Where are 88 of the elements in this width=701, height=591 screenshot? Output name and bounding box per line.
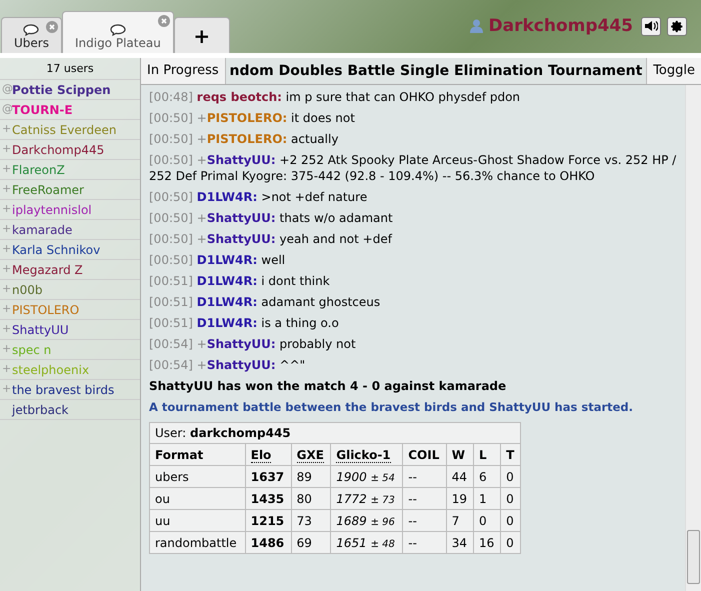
- table-cell: 44: [446, 466, 474, 488]
- column-header: Elo: [250, 448, 272, 462]
- table-cell: --: [402, 532, 446, 554]
- user-list-item[interactable]: +the bravest birds: [0, 380, 140, 400]
- user-list-item[interactable]: +Darkchomp445: [0, 140, 140, 160]
- speech-bubble-icon: [110, 24, 126, 36]
- user-list-item[interactable]: +Karla Schnikov: [0, 240, 140, 260]
- chat-message: [00:50] +PISTOLERO: it does not: [149, 110, 356, 126]
- user-list-item[interactable]: @TOURN-E: [0, 100, 140, 120]
- tournament-title: ndom Doubles Battle Single Elimination Tournament: [228, 62, 644, 81]
- new-tab-button[interactable]: +: [174, 17, 230, 53]
- table-cell: randombattle: [150, 532, 246, 554]
- chat-message: [00:54] +ShattyUU: ^^": [149, 357, 306, 373]
- table-cell: 89: [291, 466, 331, 488]
- chat-message: [00:50] +PISTOLERO: actually: [149, 131, 340, 147]
- table-cell: 1: [473, 488, 501, 510]
- table-cell: ou: [150, 488, 246, 510]
- close-icon[interactable]: [46, 21, 58, 33]
- user-list-item[interactable]: +ShattyUU: [0, 320, 140, 340]
- user-label: User:: [155, 426, 188, 440]
- table-cell: 1689 ± 96: [330, 510, 403, 532]
- table-cell: ubers: [150, 466, 246, 488]
- chat-message: [00:51] D1LW4R: adamant ghostceus: [149, 294, 382, 310]
- table-cell: 1637: [245, 466, 292, 488]
- table-cell: 1772 ± 73: [330, 488, 403, 510]
- column-header: W: [452, 448, 466, 462]
- user-icon: [470, 19, 482, 34]
- table-cell: 16: [473, 532, 501, 554]
- chat-message: [00:48] reqs beotch: im p sure that can OHKO physdef pdon: [149, 89, 522, 105]
- close-icon[interactable]: [158, 15, 170, 27]
- table-cell: 7: [446, 510, 474, 532]
- column-header: Format: [155, 448, 204, 462]
- ranked-username: darkchomp445: [190, 426, 291, 440]
- column-header: COIL: [408, 448, 440, 462]
- user-list-item[interactable]: +FreeRoamer: [0, 180, 140, 200]
- table-cell: 80: [291, 488, 331, 510]
- table-cell: 34: [446, 532, 474, 554]
- table-cell: 0: [473, 510, 501, 532]
- user-count: 17 users: [0, 58, 140, 80]
- chat-message: [00:50] +ShattyUU: thats w/o adamant: [149, 210, 394, 226]
- column-header: L: [478, 448, 487, 462]
- table-cell: 73: [291, 510, 331, 532]
- room-tab[interactable]: Indigo Plateau: [62, 11, 174, 53]
- table-cell: 1435: [245, 488, 292, 510]
- user-list-item[interactable]: @Pottie Scippen: [0, 80, 140, 100]
- chat-message: [00:50] +ShattyUU: +2 252 Atk Spooky Plate Arceus-Ghost Shadow Force vs. 252 HP / 252 Def Primal Kyogre: 375-442 (92.8 - 109.4%) -- 56.3% chance to OHKO: [149, 152, 677, 184]
- chat-message: [00:50] +ShattyUU: yeah and not +def: [149, 231, 394, 247]
- gear-icon: [670, 20, 684, 33]
- chat-message: [00:51] D1LW4R: is a thing o.o: [149, 315, 340, 331]
- table-cell: --: [402, 488, 446, 510]
- column-header: T: [506, 448, 514, 462]
- table-cell: --: [402, 510, 446, 532]
- in-progress-button[interactable]: In Progress: [141, 58, 226, 84]
- user-list-item[interactable]: +kamarade: [0, 220, 140, 240]
- user-list-item[interactable]: +Megazard Z: [0, 260, 140, 280]
- table-cell: 0: [500, 466, 520, 488]
- room-tab[interactable]: Ubers: [1, 17, 62, 53]
- chat-message: [00:50] D1LW4R: well: [149, 252, 286, 268]
- chat-message: [00:54] +ShattyUU: probably not: [149, 336, 357, 352]
- table-cell: 1900 ± 54: [330, 466, 403, 488]
- table-cell: uu: [150, 510, 246, 532]
- scrollbar-thumb[interactable]: [687, 530, 700, 584]
- table-cell: 1215: [245, 510, 292, 532]
- user-list-item[interactable]: +iplaytennislol: [0, 200, 140, 220]
- table-cell: 0: [500, 488, 520, 510]
- table-cell: 1486: [245, 532, 292, 554]
- scrollbar[interactable]: [685, 85, 701, 591]
- user-list-item[interactable]: +n00b: [0, 280, 140, 300]
- battle-start-message: A tournament battle between the bravest birds and ShattyUU has started.: [149, 399, 634, 415]
- speaker-icon: [644, 20, 658, 32]
- table-cell: 19: [446, 488, 474, 510]
- settings-button[interactable]: [667, 16, 687, 36]
- user-list-item[interactable]: jetbrback: [0, 400, 140, 420]
- table-cell: 6: [473, 466, 501, 488]
- user-list-item[interactable]: +FlareonZ: [0, 160, 140, 180]
- column-header: Glicko-1: [336, 448, 391, 462]
- table-cell: 1651 ± 48: [330, 532, 403, 554]
- table-cell: --: [402, 466, 446, 488]
- table-cell: 0: [500, 532, 520, 554]
- speech-bubble-icon: [23, 24, 40, 36]
- match-result-message: ShattyUU has won the match 4 - 0 against kamarade: [149, 378, 508, 394]
- toggle-button[interactable]: Toggle: [646, 58, 701, 84]
- chat-message: [00:51] D1LW4R: i dont think: [149, 273, 331, 289]
- table-cell: 69: [291, 532, 331, 554]
- column-header: GXE: [296, 448, 324, 462]
- table-cell: 0: [500, 510, 520, 532]
- chat-message: [00:50] D1LW4R: >not +def nature: [149, 189, 368, 205]
- sound-button[interactable]: [641, 16, 661, 36]
